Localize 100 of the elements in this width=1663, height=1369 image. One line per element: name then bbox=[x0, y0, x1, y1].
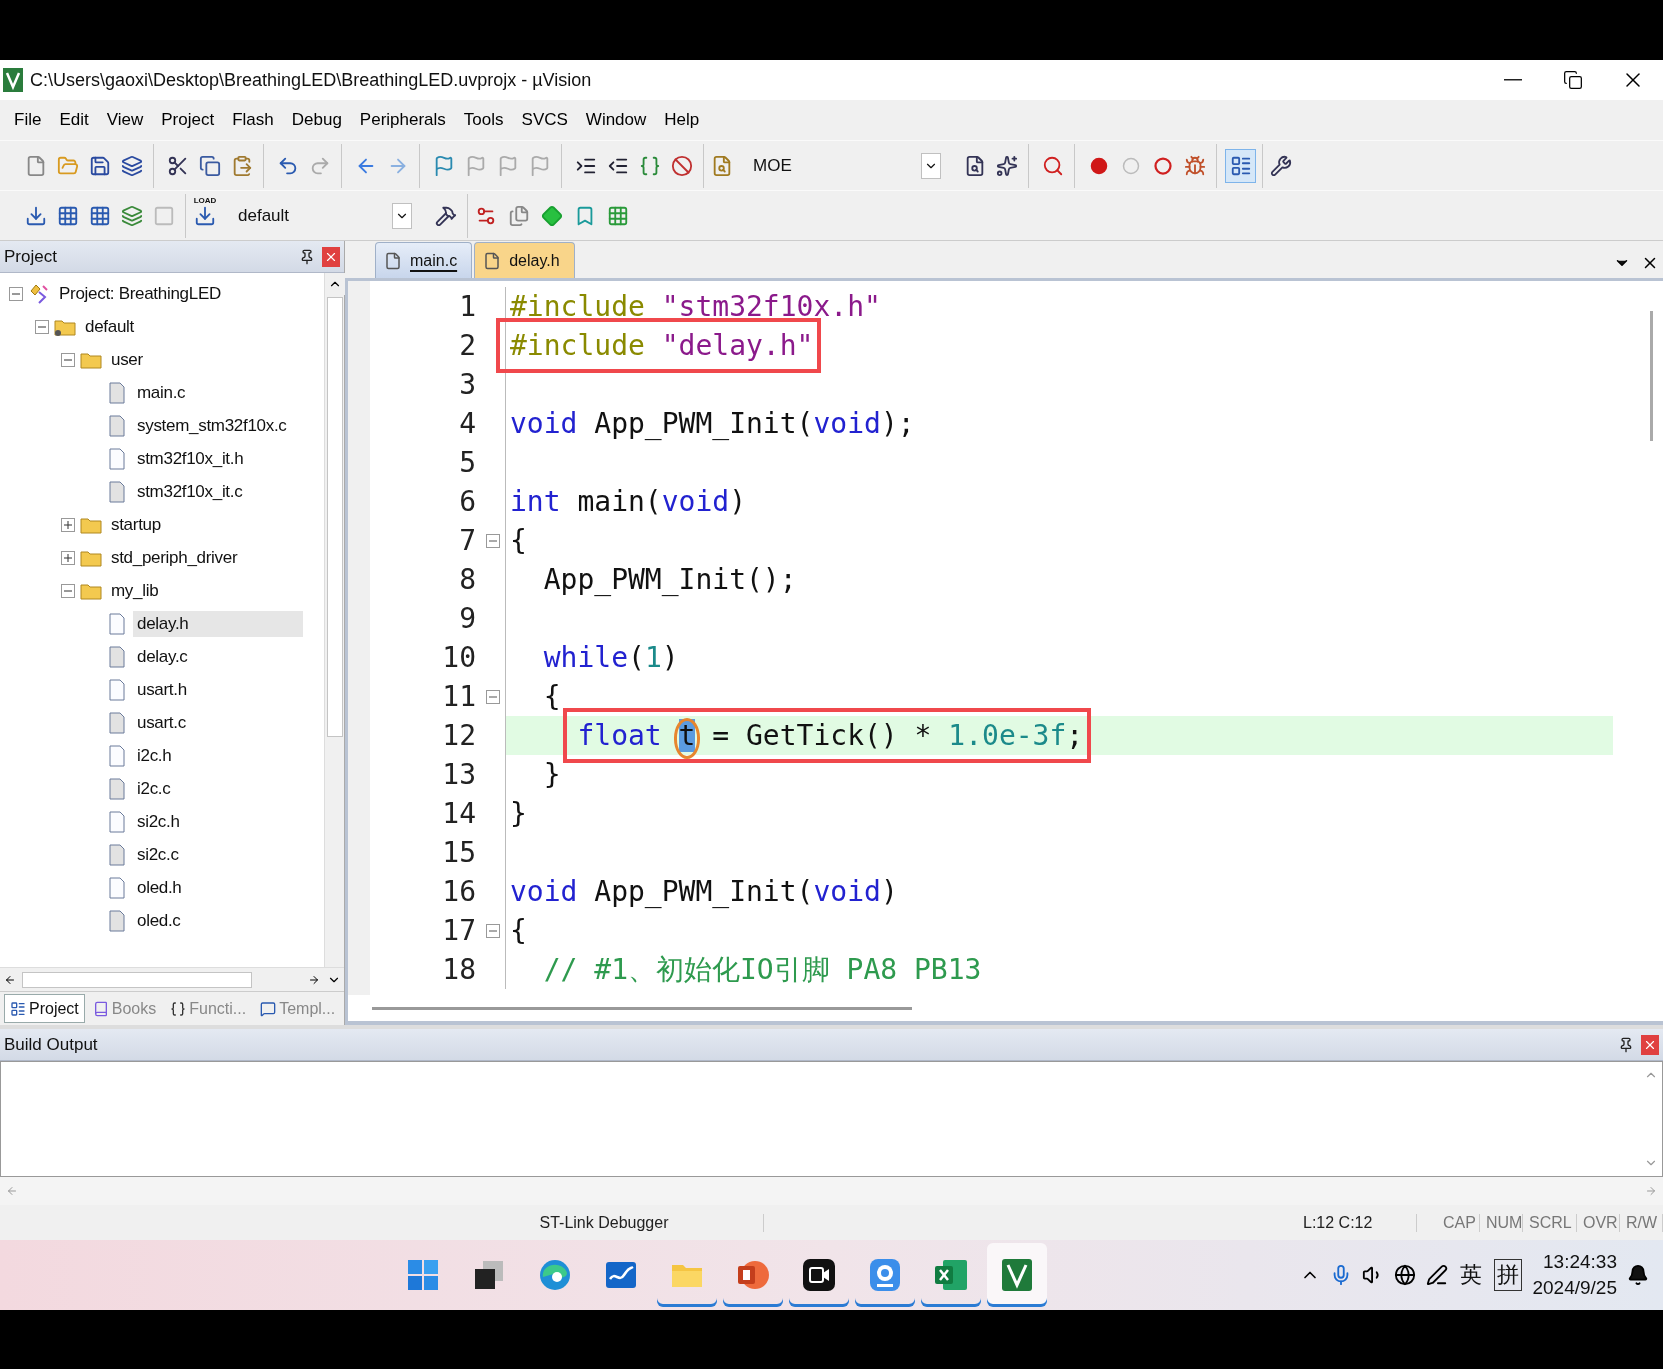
menu-item[interactable]: View bbox=[98, 106, 152, 134]
status-indicator: OVR bbox=[1577, 1213, 1620, 1232]
ime-language[interactable]: 英 bbox=[1458, 1260, 1485, 1290]
fold-icon[interactable] bbox=[485, 923, 500, 938]
scrollbar-thumb[interactable] bbox=[22, 971, 252, 988]
tree-item[interactable]: stm32f10x_it.h bbox=[133, 445, 248, 472]
collapse-icon[interactable] bbox=[35, 319, 49, 334]
menu-item[interactable]: Project bbox=[153, 106, 223, 134]
target-combo[interactable]: default bbox=[230, 199, 416, 232]
scrollbar[interactable] bbox=[1649, 311, 1653, 441]
line-number: 14 bbox=[441, 797, 477, 830]
tree-item[interactable]: i2c.c bbox=[133, 775, 175, 802]
line-number: 7 bbox=[458, 524, 477, 557]
code-line: } bbox=[510, 797, 527, 830]
tree-item[interactable]: usart.h bbox=[133, 676, 191, 703]
line-number: 8 bbox=[458, 563, 477, 596]
file-icon bbox=[384, 251, 402, 270]
code-line: int main(void) bbox=[510, 485, 747, 518]
window-title: C:\Users\gaoxi\Desktop\BreathingLED\BreathingLED.uvprojx - µVision bbox=[30, 69, 593, 91]
braces-icon bbox=[170, 1000, 187, 1017]
menu-item[interactable]: Peripherals bbox=[351, 106, 454, 134]
tree-item[interactable]: usart.c bbox=[133, 709, 190, 736]
bell-icon[interactable] bbox=[1627, 1264, 1649, 1286]
code-line: { bbox=[542, 680, 561, 713]
code-line: { bbox=[510, 914, 527, 947]
code-line: } bbox=[542, 758, 561, 791]
tree-item[interactable]: std_periph_driver bbox=[107, 544, 242, 571]
tree-item[interactable]: i2c.h bbox=[133, 742, 176, 769]
tree-item[interactable]: delay.c bbox=[133, 643, 192, 670]
scrollbar-thumb[interactable] bbox=[326, 297, 343, 737]
collapse-icon[interactable] bbox=[61, 583, 75, 598]
window-layout-icon[interactable] bbox=[1225, 148, 1256, 183]
line-number: 1 bbox=[458, 290, 477, 323]
file-icon bbox=[483, 251, 502, 270]
tree-item[interactable]: startup bbox=[107, 511, 165, 538]
ime-mode[interactable]: 拼 bbox=[1494, 1259, 1523, 1291]
pen-icon[interactable] bbox=[1426, 1264, 1449, 1286]
restore-icon bbox=[1563, 70, 1583, 90]
code-line: #include "delay.h" bbox=[510, 329, 814, 362]
tree-item[interactable]: si2c.h bbox=[133, 808, 184, 835]
minimize-icon bbox=[1504, 79, 1522, 81]
panel-tab[interactable]: Project bbox=[4, 994, 85, 1023]
menu-item[interactable]: Tools bbox=[455, 106, 512, 134]
panel-title: Build Output bbox=[4, 1034, 99, 1055]
code-line: #include "stm32f10x.h" bbox=[510, 290, 881, 323]
menu-item[interactable]: Window bbox=[577, 106, 655, 134]
globe-icon[interactable] bbox=[1394, 1264, 1417, 1286]
tree-item[interactable]: system_stm32f10x.c bbox=[133, 412, 291, 439]
menu-item[interactable]: Edit bbox=[51, 106, 97, 134]
tree-item[interactable]: my_lib bbox=[107, 577, 163, 604]
tree-item[interactable]: default bbox=[81, 313, 138, 340]
status-indicator: R/W bbox=[1620, 1213, 1663, 1232]
line-number: 6 bbox=[458, 485, 477, 518]
tree-item[interactable]: oled.h bbox=[133, 874, 186, 901]
line-number: 4 bbox=[458, 407, 477, 440]
tree-item[interactable]: main.c bbox=[133, 379, 190, 406]
fold-icon[interactable] bbox=[485, 533, 500, 548]
video-camera-icon bbox=[801, 1257, 838, 1293]
expand-icon[interactable] bbox=[61, 517, 75, 532]
tree-item[interactable]: Project: BreathingLED bbox=[55, 280, 225, 307]
clock-time: 13:24:33 bbox=[1543, 1251, 1617, 1273]
collapse-icon[interactable] bbox=[61, 352, 75, 367]
download-icon bbox=[194, 204, 216, 227]
code-line: App_PWM_Init(); bbox=[542, 563, 797, 596]
status-text: ST-Link Debugger bbox=[533, 1213, 764, 1232]
spreadsheet-app-icon bbox=[933, 1257, 970, 1293]
line-number: 11 bbox=[441, 680, 477, 713]
arrow-left-icon bbox=[4, 973, 16, 986]
status-indicator: SCRL bbox=[1523, 1213, 1577, 1232]
line-number: 18 bbox=[441, 953, 477, 986]
status-indicator: CAP bbox=[1437, 1213, 1480, 1232]
status-text: L:12 C:12 bbox=[1297, 1213, 1417, 1232]
line-number: 16 bbox=[441, 875, 477, 908]
collapse-icon[interactable] bbox=[9, 286, 23, 301]
menu-item[interactable]: Flash bbox=[224, 106, 282, 134]
line-number: 3 bbox=[458, 368, 477, 401]
line-number: 15 bbox=[441, 836, 477, 869]
menu-item[interactable]: File bbox=[6, 106, 50, 134]
load-button[interactable]: LOAD bbox=[188, 195, 222, 236]
menu-item[interactable]: SVCS bbox=[513, 106, 576, 134]
expand-icon[interactable] bbox=[61, 550, 75, 565]
find-combo[interactable]: MOE bbox=[745, 149, 945, 182]
list-icon bbox=[10, 1000, 26, 1017]
line-number: 5 bbox=[458, 446, 477, 479]
menu-item[interactable]: Help bbox=[656, 106, 708, 134]
code-line: { bbox=[510, 524, 527, 557]
tree-item[interactable]: user bbox=[107, 346, 147, 373]
editor-tab[interactable]: delay.h bbox=[474, 242, 575, 278]
tree-item[interactable]: stm32f10x_it.c bbox=[133, 478, 247, 505]
editor-tab[interactable]: main.c bbox=[375, 242, 473, 278]
line-number: 17 bbox=[441, 914, 477, 947]
tree-item[interactable]: oled.c bbox=[133, 907, 185, 934]
tree-item[interactable]: si2c.c bbox=[133, 841, 183, 868]
fold-icon[interactable] bbox=[485, 689, 500, 704]
clock-date: 2024/9/25 bbox=[1532, 1277, 1617, 1299]
arrow-right-icon bbox=[308, 973, 320, 986]
menu-item[interactable]: Debug bbox=[283, 106, 350, 134]
code-line: // #1、初始化IO引脚 PA8 PB13 bbox=[542, 951, 982, 988]
tree-item[interactable]: delay.h bbox=[133, 610, 303, 637]
scrollbar[interactable] bbox=[372, 1006, 912, 1010]
